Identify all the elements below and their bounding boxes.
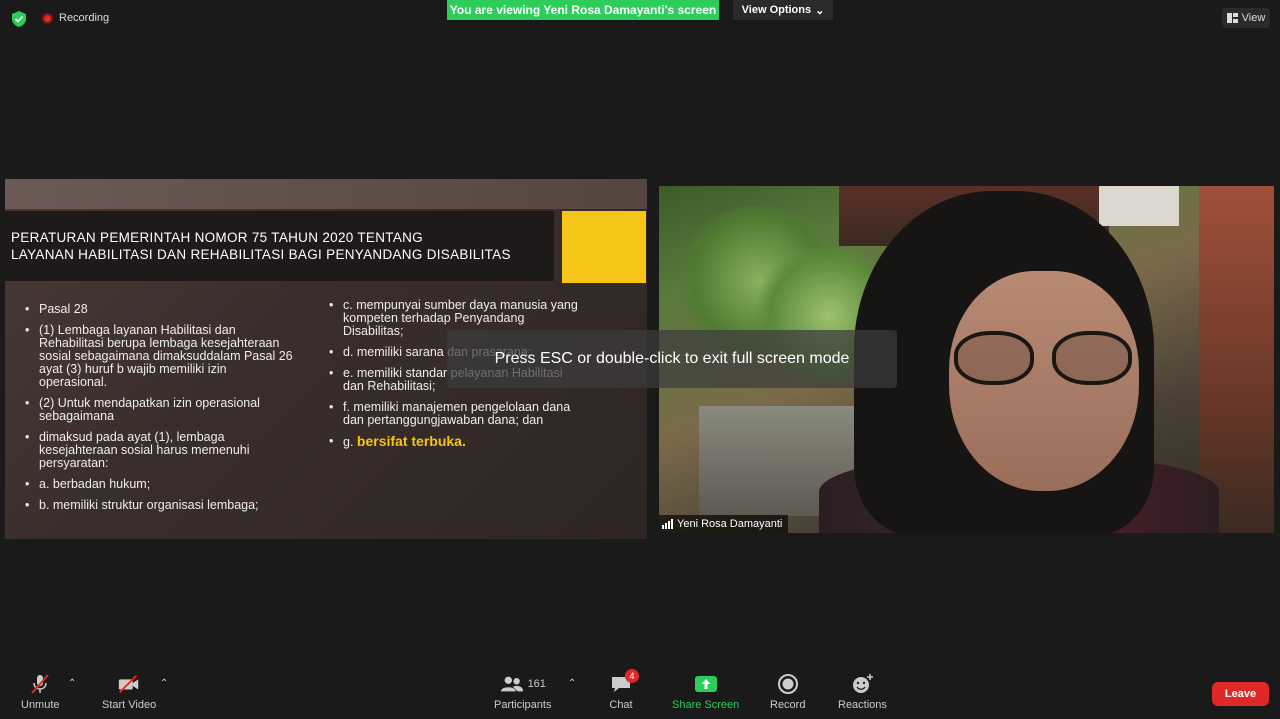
- audio-options-caret[interactable]: ⌃: [68, 678, 76, 689]
- reactions-label: Reactions: [838, 699, 887, 711]
- slide-left-column: • Pasal 28 • (1) Lembaga layanan Habilitas…: [25, 303, 295, 520]
- slide-title-line2: LAYANAN HABILITASI DAN REHABILITASI BAGI…: [11, 247, 511, 262]
- view-grid-icon: [1226, 13, 1238, 23]
- slide-top-band: [5, 179, 647, 209]
- shield-icon[interactable]: [10, 10, 28, 28]
- view-label: View: [1241, 12, 1266, 24]
- participant-name-tag: Yeni Rosa Damayanti: [659, 515, 789, 533]
- esc-message: Press ESC or double-click to exit full s…: [494, 350, 850, 367]
- participants-button[interactable]: 161 Participants: [494, 673, 551, 711]
- chat-label: Chat: [609, 699, 633, 711]
- leave-label: Leave: [1224, 688, 1257, 700]
- list-item: • (2) Untuk mendapatkan izin operasional …: [25, 396, 260, 423]
- signal-icon: [662, 519, 673, 529]
- recording-label: Recording: [59, 12, 110, 24]
- start-video-label: Start Video: [102, 699, 157, 711]
- participants-label: Participants: [494, 699, 552, 711]
- reactions-icon: [850, 673, 874, 695]
- view-button[interactable]: View: [1222, 8, 1270, 28]
- share-screen-label: Share Screen: [672, 699, 740, 711]
- fullscreen-exit-toast: Press ESC or double-click to exit full s…: [447, 330, 897, 388]
- slide-title-box: PERATURAN PEMERINTAH NOMOR 75 TAHUN 2020…: [5, 211, 554, 281]
- view-options-button[interactable]: View Options ⌄: [733, 0, 833, 20]
- list-item: • Pasal 28: [25, 302, 88, 316]
- chat-icon: 4: [609, 669, 639, 695]
- chat-button[interactable]: 4 Chat: [609, 669, 639, 711]
- chat-badge: 4: [625, 669, 639, 683]
- list-item: • b. memiliki struktur organisasi lembaga…: [25, 498, 259, 512]
- share-screen-icon: [694, 673, 718, 695]
- record-label: Record: [770, 699, 806, 711]
- unmute-button[interactable]: Unmute: [21, 673, 60, 711]
- recording-indicator[interactable]: Recording: [42, 12, 109, 24]
- start-video-button[interactable]: Start Video: [102, 673, 156, 711]
- viewing-banner-text: You are viewing Yeni Rosa Damayanti's sc…: [449, 3, 717, 17]
- list-item: • g. bersifat terbuka.: [329, 433, 466, 449]
- slide-title-line1: PERATURAN PEMERINTAH NOMOR 75 TAHUN 2020…: [11, 230, 423, 245]
- record-button[interactable]: Record: [770, 673, 805, 711]
- participants-count: 161: [527, 678, 546, 690]
- video-off-icon: [117, 673, 141, 695]
- share-screen-button[interactable]: Share Screen: [672, 673, 739, 711]
- slide-yellow-block: [562, 211, 646, 283]
- highlight-text: bersifat terbuka.: [356, 433, 466, 449]
- view-options-label: View Options: [741, 4, 812, 16]
- participant-glasses: [954, 331, 1139, 387]
- video-options-caret[interactable]: ⌃: [160, 678, 168, 689]
- list-item: • (1) Lembaga layanan Habilitasi dan Reha…: [25, 323, 293, 389]
- leave-button[interactable]: Leave: [1212, 682, 1269, 706]
- participants-options-caret[interactable]: ⌃: [568, 678, 576, 689]
- reactions-button[interactable]: Reactions: [838, 673, 887, 711]
- list-item: • f. memiliki manajemen pengelolaan dana …: [329, 400, 571, 427]
- mic-muted-icon: [28, 673, 52, 695]
- viewing-banner: You are viewing Yeni Rosa Damayanti's sc…: [447, 0, 719, 20]
- list-item: • a. berbadan hukum;: [25, 477, 151, 491]
- record-dot-icon: [42, 12, 53, 24]
- participants-icon: [500, 673, 524, 695]
- record-icon: [776, 673, 800, 695]
- unmute-label: Unmute: [21, 699, 60, 711]
- participant-name: Yeni Rosa Damayanti: [677, 518, 783, 530]
- list-item: • dimaksud pada ayat (1), lembaga kesejah…: [25, 430, 250, 470]
- chevron-down-icon: ⌄: [815, 4, 825, 17]
